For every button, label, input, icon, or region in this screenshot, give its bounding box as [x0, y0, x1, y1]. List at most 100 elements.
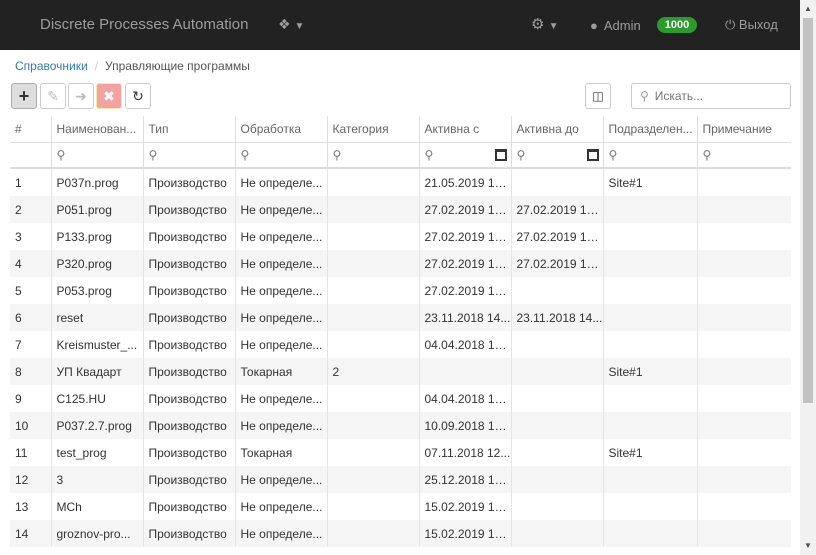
table-cell[interactable]: Производство — [143, 168, 236, 196]
logout-link[interactable]: ⏻ Выход — [725, 17, 778, 33]
column-header[interactable]: Подразделен... — [603, 116, 698, 143]
table-cell[interactable]: 27.02.2019 19... — [419, 223, 512, 250]
table-cell[interactable]: Производство — [143, 493, 236, 520]
column-header[interactable]: Категория — [327, 116, 420, 143]
table-cell[interactable]: P320.prog — [51, 250, 144, 277]
filter-active-to[interactable]: ⚲ — [511, 142, 604, 169]
table-cell[interactable] — [697, 385, 791, 412]
table-cell[interactable]: reset — [51, 304, 144, 331]
table-cell[interactable]: 1 — [10, 168, 52, 196]
search-input[interactable] — [654, 89, 775, 103]
table-cell[interactable] — [511, 168, 604, 196]
table-cell[interactable] — [697, 439, 791, 466]
scroll-down-icon[interactable]: ▼ — [804, 541, 812, 550]
table-cell[interactable]: 23.11.2018 14... — [419, 304, 512, 331]
table-cell[interactable]: Site#1 — [603, 168, 698, 196]
table-cell[interactable] — [511, 520, 604, 547]
table-cell[interactable] — [511, 412, 604, 439]
table-cell[interactable]: 25.12.2018 15... — [419, 466, 512, 493]
column-header[interactable]: Примечание — [697, 116, 791, 143]
table-row[interactable]: 4 P320.prog Производство Не определе... 27.0… — [10, 250, 791, 277]
table-cell[interactable]: Производство — [143, 412, 236, 439]
table-cell[interactable] — [603, 277, 698, 304]
table-row[interactable]: 11 test_prog Производство Токарная 07.11.201… — [10, 439, 791, 466]
table-cell[interactable] — [511, 466, 604, 493]
column-header[interactable]: Тип — [143, 116, 236, 143]
modules-dropdown[interactable]: ❖ ▼ — [278, 16, 304, 33]
table-cell[interactable] — [511, 358, 604, 385]
table-cell[interactable]: MCh — [51, 493, 144, 520]
table-cell[interactable]: 04.04.2018 10... — [419, 331, 512, 358]
table-cell[interactable]: 15.02.2019 13... — [419, 493, 512, 520]
table-cell[interactable] — [697, 358, 791, 385]
table-cell[interactable]: Токарная — [235, 439, 328, 466]
table-cell[interactable] — [327, 277, 420, 304]
columns-button[interactable]: ◫ — [585, 83, 611, 109]
table-cell[interactable]: 27.02.2019 19... — [419, 196, 512, 223]
column-header[interactable]: Активна до — [511, 116, 604, 143]
table-cell[interactable]: Не определе... — [235, 412, 328, 439]
table-cell[interactable]: Производство — [143, 385, 236, 412]
table-cell[interactable] — [603, 520, 698, 547]
table-cell[interactable]: УП Квадарт — [51, 358, 144, 385]
table-cell[interactable] — [697, 331, 791, 358]
table-cell[interactable]: 10 — [10, 412, 52, 439]
column-header[interactable]: Обработка — [235, 116, 328, 143]
table-cell[interactable]: Не определе... — [235, 520, 328, 547]
table-cell[interactable]: P037n.prog — [51, 168, 144, 196]
table-cell[interactable]: Не определе... — [235, 168, 328, 196]
table-cell[interactable]: 10.09.2018 15... — [419, 412, 512, 439]
table-cell[interactable]: 07.11.2018 12... — [419, 439, 512, 466]
breadcrumb-root[interactable]: Справочники — [15, 59, 88, 73]
search-box[interactable]: ⚲ — [631, 83, 791, 109]
table-cell[interactable]: 2 — [10, 196, 52, 223]
table-cell[interactable] — [603, 412, 698, 439]
app-title[interactable]: Discrete Processes Automation — [40, 16, 248, 33]
table-row[interactable]: 8 УП Квадарт Производство Токарная 2 Site#1 — [10, 358, 791, 385]
delete-button[interactable]: ✖ — [96, 83, 122, 109]
table-cell[interactable] — [327, 304, 420, 331]
table-cell[interactable] — [327, 385, 420, 412]
table-cell[interactable]: 6 — [10, 304, 52, 331]
table-cell[interactable] — [697, 196, 791, 223]
table-cell[interactable] — [511, 277, 604, 304]
table-cell[interactable]: Не определе... — [235, 331, 328, 358]
table-cell[interactable] — [327, 223, 420, 250]
filter-type[interactable]: ⚲ — [143, 142, 236, 169]
table-cell[interactable]: Не определе... — [235, 223, 328, 250]
table-cell[interactable]: test_prog — [51, 439, 144, 466]
table-cell[interactable] — [327, 493, 420, 520]
table-cell[interactable] — [603, 385, 698, 412]
table-cell[interactable]: 7 — [10, 331, 52, 358]
filter-active-from[interactable]: ⚲ — [419, 142, 512, 169]
table-cell[interactable] — [327, 168, 420, 196]
table-cell[interactable] — [511, 493, 604, 520]
table-cell[interactable] — [511, 385, 604, 412]
table-cell[interactable]: Не определе... — [235, 466, 328, 493]
table-cell[interactable]: C125.HU — [51, 385, 144, 412]
table-cell[interactable]: Производство — [143, 304, 236, 331]
column-header[interactable]: Активна с — [419, 116, 512, 143]
table-cell[interactable] — [327, 466, 420, 493]
refresh-button[interactable]: ↻ — [125, 83, 151, 109]
table-row[interactable]: 14 groznov-pro... Производство Не определе.… — [10, 520, 791, 547]
table-cell[interactable]: P133.prog — [51, 223, 144, 250]
table-cell[interactable] — [327, 520, 420, 547]
table-cell[interactable] — [327, 439, 420, 466]
table-cell[interactable] — [697, 493, 791, 520]
table-row[interactable]: 5 P053.prog Производство Не определе... 27.0… — [10, 277, 791, 304]
table-row[interactable]: 10 P037.2.7.prog Производство Не определе..… — [10, 412, 791, 439]
table-cell[interactable]: Производство — [143, 466, 236, 493]
table-cell[interactable]: P037.2.7.prog — [51, 412, 144, 439]
table-cell[interactable]: Производство — [143, 223, 236, 250]
table-row[interactable]: 6 reset Производство Не определе... 23.11.20… — [10, 304, 791, 331]
table-cell[interactable]: 23.11.2018 14... — [511, 304, 604, 331]
table-cell[interactable]: 3 — [51, 466, 144, 493]
table-cell[interactable]: Производство — [143, 520, 236, 547]
table-row[interactable]: 12 3 Производство Не определе... 25.12.2018 … — [10, 466, 791, 493]
table-cell[interactable] — [697, 277, 791, 304]
calendar-icon[interactable] — [586, 148, 599, 161]
table-cell[interactable]: 21.05.2019 16... — [419, 168, 512, 196]
filter-name[interactable]: ⚲ — [51, 142, 144, 169]
table-cell[interactable]: 13 — [10, 493, 52, 520]
